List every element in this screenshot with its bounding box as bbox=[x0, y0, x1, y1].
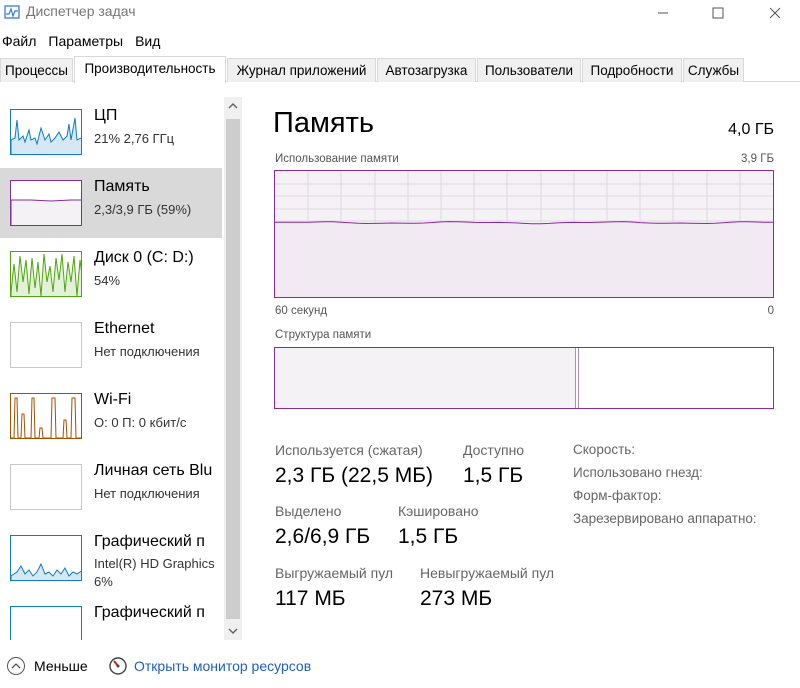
resource-detail: 2,3/3,9 ГБ (59%) bbox=[94, 202, 192, 217]
speed-label: Скорость: bbox=[573, 442, 636, 457]
resource-detail: О: 0 П: 0 кбит/с bbox=[94, 415, 187, 430]
committed-label: Выделено bbox=[275, 503, 342, 519]
resource-detail-2: 6% bbox=[94, 574, 113, 589]
memory-structure-bar bbox=[274, 347, 774, 409]
resource-gpu-0[interactable]: Графический п Intel(R) HD Graphics 6% bbox=[0, 523, 222, 593]
tab-performance[interactable]: Производительность bbox=[74, 56, 226, 83]
gpu-thumbnail bbox=[10, 606, 82, 640]
fewer-details-label: Меньше bbox=[34, 658, 88, 674]
close-icon bbox=[769, 7, 781, 19]
resource-bluetooth-pan[interactable]: Личная сеть Blu Нет подключения bbox=[0, 452, 222, 522]
menu-view[interactable]: Вид bbox=[133, 30, 160, 52]
gpu-thumbnail bbox=[10, 535, 82, 581]
maximize-button[interactable] bbox=[695, 0, 741, 26]
structure-used-segment bbox=[275, 348, 576, 408]
menu-file[interactable]: Файл bbox=[0, 30, 36, 52]
resource-detail: 21% 2,76 ГГц bbox=[94, 131, 175, 146]
menu-options[interactable]: Параметры bbox=[46, 30, 123, 52]
resource-list: ЦП 21% 2,76 ГГц Память 2,3/3,9 ГБ (59%) … bbox=[0, 97, 222, 640]
tab-services[interactable]: Службы bbox=[683, 58, 744, 82]
tab-strip: Процессы Производительность Журнал прило… bbox=[0, 56, 800, 83]
memory-usage-graph bbox=[274, 170, 774, 298]
tab-details[interactable]: Подробности bbox=[582, 58, 682, 82]
memory-detail-panel: Память 4,0 ГБ Использование памяти 3,9 Г… bbox=[243, 97, 800, 640]
resource-detail: Intel(R) HD Graphics bbox=[94, 556, 215, 571]
title-bar: Диспетчер задач bbox=[0, 0, 800, 28]
resource-detail: Нет подключения bbox=[94, 486, 200, 501]
usage-graph-label: Использование памяти bbox=[275, 153, 399, 165]
resource-disk[interactable]: Диск 0 (C: D:) 54% bbox=[0, 239, 222, 309]
in-use-value: 2,3 ГБ (22,5 МБ) bbox=[275, 464, 433, 487]
ethernet-thumbnail bbox=[10, 322, 82, 368]
resource-memory[interactable]: Память 2,3/3,9 ГБ (59%) bbox=[0, 168, 222, 238]
open-resource-monitor-label: Открыть монитор ресурсов bbox=[134, 658, 312, 674]
nonpaged-pool-value: 273 МБ bbox=[420, 587, 493, 610]
resource-cpu[interactable]: ЦП 21% 2,76 ГГц bbox=[0, 97, 222, 167]
paged-pool-value: 117 МБ bbox=[275, 587, 346, 610]
slots-used-label: Использовано гнезд: bbox=[573, 465, 703, 480]
tab-processes[interactable]: Процессы bbox=[0, 58, 73, 82]
task-manager-icon bbox=[4, 5, 20, 19]
resource-title: Память bbox=[94, 178, 150, 195]
chevron-up-icon bbox=[228, 103, 238, 109]
resource-title: Ethernet bbox=[94, 320, 155, 337]
bluetooth-thumbnail bbox=[10, 464, 82, 510]
available-value: 1,5 ГБ bbox=[463, 464, 524, 487]
nonpaged-pool-label: Невыгружаемый пул bbox=[420, 565, 555, 581]
tab-app-history[interactable]: Журнал приложений bbox=[227, 58, 376, 82]
memory-thumbnail bbox=[10, 180, 82, 226]
structure-graph-label: Структура памяти bbox=[275, 329, 372, 341]
resource-title: Диск 0 (C: D:) bbox=[94, 249, 194, 266]
scroll-down-button[interactable] bbox=[224, 622, 242, 640]
chevron-down-icon bbox=[228, 628, 238, 634]
open-resource-monitor-link[interactable]: Открыть монитор ресурсов bbox=[108, 656, 311, 676]
resource-detail: Нет подключения bbox=[94, 344, 200, 359]
tab-startup[interactable]: Автозагрузка bbox=[377, 58, 476, 82]
resource-title: Графический п bbox=[94, 533, 205, 550]
footer: Меньше Открыть монитор ресурсов bbox=[0, 650, 800, 688]
in-use-label: Используется (сжатая) bbox=[275, 442, 423, 458]
resource-title: ЦП bbox=[94, 107, 118, 124]
scroll-up-button[interactable] bbox=[224, 97, 242, 115]
resource-detail: 54% bbox=[94, 273, 121, 288]
close-button[interactable] bbox=[752, 0, 798, 26]
time-axis-end: 0 bbox=[767, 305, 774, 317]
resource-gpu-1[interactable]: Графический п bbox=[0, 594, 222, 640]
form-factor-label: Форм-фактор: bbox=[573, 488, 662, 503]
page-title: Память bbox=[273, 107, 375, 139]
sidebar-scrollbar[interactable] bbox=[224, 97, 242, 640]
resource-title: Личная сеть Blu bbox=[94, 462, 213, 479]
paged-pool-label: Выгружаемый пул bbox=[275, 565, 394, 581]
structure-divider bbox=[578, 348, 579, 408]
memory-total: 4,0 ГБ bbox=[728, 121, 774, 138]
scroll-thumb[interactable] bbox=[226, 119, 240, 619]
available-label: Доступно bbox=[463, 442, 525, 458]
committed-value: 2,6/6,9 ГБ bbox=[275, 525, 371, 548]
tab-users[interactable]: Пользователи bbox=[477, 58, 581, 82]
menu-bar: Файл Параметры Вид bbox=[0, 30, 170, 52]
minimize-button[interactable] bbox=[640, 0, 686, 26]
cached-label: Кэшировано bbox=[398, 503, 479, 519]
cpu-thumbnail bbox=[10, 109, 82, 155]
cached-value: 1,5 ГБ bbox=[398, 525, 459, 548]
resource-title: Wi-Fi bbox=[94, 391, 132, 408]
hardware-reserved-label: Зарезервировано аппаратно: bbox=[573, 511, 757, 526]
chevron-up-circle-icon bbox=[7, 657, 25, 675]
resource-title: Графический п bbox=[94, 604, 205, 621]
resource-ethernet[interactable]: Ethernet Нет подключения bbox=[0, 310, 222, 380]
resource-monitor-icon bbox=[109, 657, 127, 675]
fewer-details-button[interactable]: Меньше bbox=[6, 656, 88, 676]
resource-wifi[interactable]: Wi-Fi О: 0 П: 0 кбит/с bbox=[0, 381, 222, 451]
minimize-icon bbox=[658, 12, 668, 14]
time-axis-start: 60 секунд bbox=[275, 305, 328, 317]
disk-thumbnail bbox=[10, 251, 82, 297]
window-title: Диспетчер задач bbox=[26, 3, 136, 19]
usage-graph-max: 3,9 ГБ bbox=[741, 153, 774, 165]
wifi-thumbnail bbox=[10, 393, 82, 439]
maximize-icon bbox=[712, 7, 724, 19]
